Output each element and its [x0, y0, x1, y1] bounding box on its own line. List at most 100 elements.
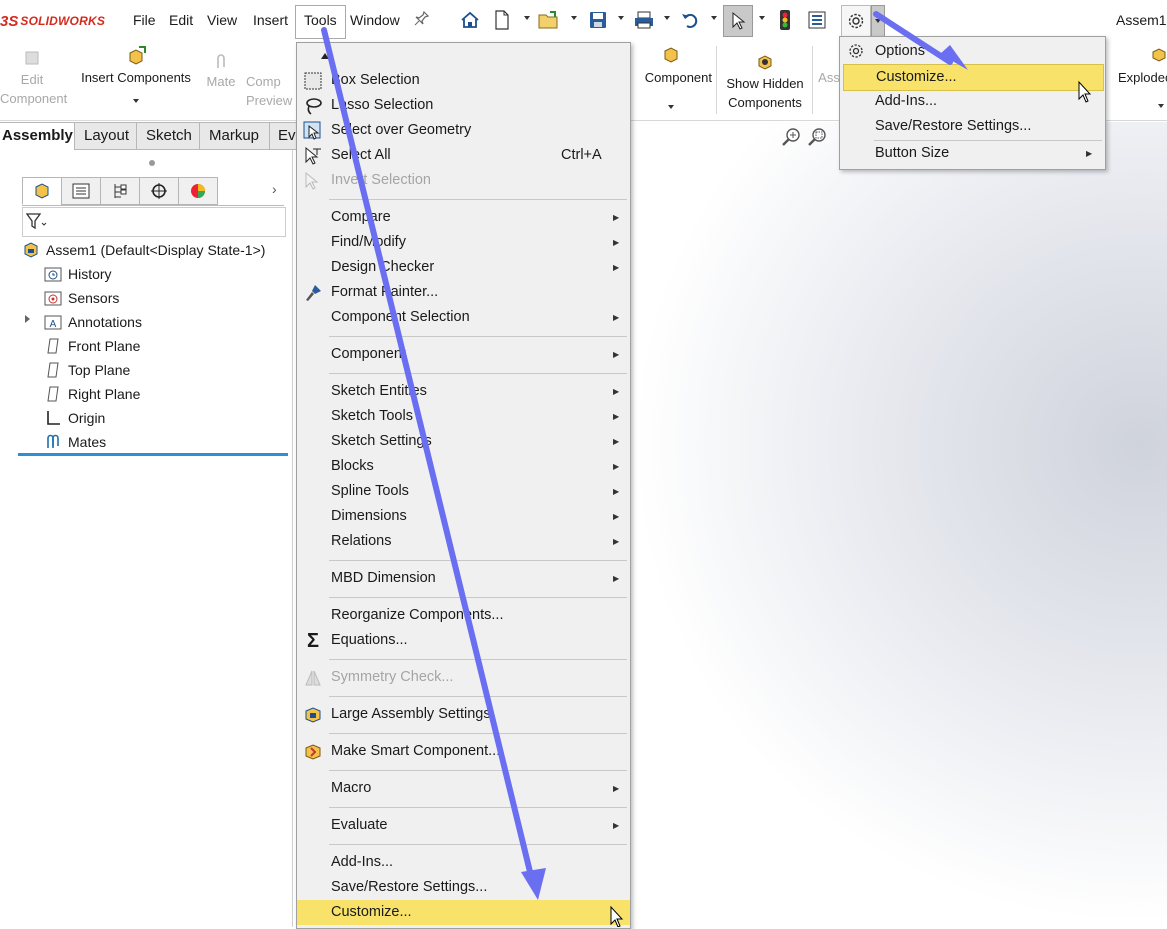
configuration-manager-tab-icon[interactable] [100, 177, 140, 205]
menu-tools[interactable]: Tools [295, 5, 346, 39]
mate-button[interactable]: Mate [200, 54, 242, 91]
large-assembly-icon [303, 705, 323, 725]
menu-item-sketch-tools[interactable]: Sketch Tools ▶ [297, 404, 630, 429]
tab-layout[interactable]: Layout [74, 122, 138, 150]
undo-icon[interactable] [678, 8, 702, 32]
tree-item-mates[interactable]: Mates [44, 431, 106, 453]
menu-item-sketch-settings[interactable]: Sketch Settings ▶ [297, 429, 630, 454]
new-dropdown-icon[interactable] [524, 16, 530, 20]
menu-item-box-selection[interactable]: Box Selection [297, 68, 630, 93]
options-menu-item-customize[interactable]: Customize... [843, 64, 1104, 91]
insert-components-button[interactable]: Insert Components [74, 46, 198, 103]
expand-arrow-icon[interactable] [25, 315, 30, 323]
menu-item-format-painter[interactable]: Format Painter... [297, 280, 630, 305]
tree-item-front-plane[interactable]: Front Plane [44, 335, 140, 357]
menu-edit[interactable]: Edit [167, 10, 195, 30]
options-menu-item-save-restore-settings[interactable]: Save/Restore Settings... [840, 114, 1105, 139]
filter-funnel-icon[interactable] [25, 213, 48, 234]
pane-grip-icon[interactable] [149, 160, 155, 166]
menu-item-component[interactable]: Component ▶ [297, 342, 630, 367]
open-dropdown-icon[interactable] [571, 16, 577, 20]
menu-item-dimensions[interactable]: Dimensions ▶ [297, 504, 630, 529]
tree-item-top-plane[interactable]: Top Plane [44, 359, 130, 381]
new-document-icon[interactable] [490, 8, 514, 32]
rebuild-traffic-light-icon[interactable] [773, 8, 797, 32]
property-manager-tab-icon[interactable] [61, 177, 101, 205]
component-button[interactable]: Component [630, 46, 712, 109]
tree-item-annotations[interactable]: A Annotations [44, 311, 142, 333]
insert-components-dropdown-icon[interactable] [133, 99, 139, 103]
menu-item-reorganize-components[interactable]: Reorganize Components... [297, 603, 630, 628]
menu-item-lasso-selection[interactable]: Lasso Selection [297, 93, 630, 118]
dimxpert-tab-icon[interactable] [139, 177, 179, 205]
undo-dropdown-icon[interactable] [711, 16, 717, 20]
rollback-bar[interactable] [18, 453, 288, 456]
menu-scroll-up-icon[interactable] [321, 53, 329, 59]
menu-item-label: Component [331, 346, 406, 362]
menu-item-blocks[interactable]: Blocks ▶ [297, 454, 630, 479]
options-gear-icon[interactable] [841, 5, 871, 37]
zoom-to-area-icon[interactable] [806, 126, 828, 151]
chevron-right-icon[interactable]: › [272, 181, 277, 197]
menu-item-add-ins[interactable]: Add-Ins... [297, 850, 630, 875]
zoom-to-fit-icon[interactable] [780, 126, 802, 151]
menu-item-component-selection[interactable]: Component Selection ▶ [297, 305, 630, 330]
menu-view[interactable]: View [205, 10, 239, 30]
component-dropdown-icon[interactable] [668, 105, 674, 109]
menu-item-evaluate[interactable]: Evaluate ▶ [297, 813, 630, 838]
tree-item-right-plane[interactable]: Right Plane [44, 383, 140, 405]
open-folder-icon[interactable] [537, 8, 561, 32]
select-dropdown-icon[interactable] [759, 16, 765, 20]
menu-item-find-modify[interactable]: Find/Modify ▶ [297, 230, 630, 255]
menu-item-equations[interactable]: Σ Equations... [297, 628, 630, 653]
options-menu-item-options[interactable]: Options [840, 39, 1105, 64]
assembly-feature-button[interactable]: Ass [818, 68, 840, 87]
tree-root-assembly[interactable]: Assem1 (Default<Display State-1>) [22, 239, 265, 261]
pin-icon[interactable] [414, 10, 430, 31]
menu-item-invert-selection[interactable]: Invert Selection [297, 168, 630, 193]
menu-window[interactable]: Window [348, 10, 402, 30]
tab-evaluate[interactable]: Ev [269, 122, 299, 150]
graphics-area[interactable] [630, 122, 1167, 927]
menu-item-compare[interactable]: Compare ▶ [297, 205, 630, 230]
file-properties-icon[interactable] [805, 8, 829, 32]
menu-item-design-checker[interactable]: Design Checker ▶ [297, 255, 630, 280]
select-pointer-icon[interactable] [723, 5, 753, 37]
tree-item-history[interactable]: History [44, 263, 112, 285]
menu-item-sketch-entities[interactable]: Sketch Entities ▶ [297, 379, 630, 404]
options-menu-item-add-ins[interactable]: Add-Ins... [840, 89, 1105, 114]
tab-sketch[interactable]: Sketch [136, 122, 202, 150]
filter-bar[interactable] [22, 207, 286, 237]
menu-item-mbd-dimension[interactable]: MBD Dimension ▶ [297, 566, 630, 591]
display-manager-tab-icon[interactable] [178, 177, 218, 205]
tab-markup[interactable]: Markup [199, 122, 271, 150]
menu-item-select-over-geometry[interactable]: Select over Geometry [297, 118, 630, 143]
menu-item-macro[interactable]: Macro ▶ [297, 776, 630, 801]
save-dropdown-icon[interactable] [618, 16, 624, 20]
menu-insert[interactable]: Insert [251, 10, 290, 30]
home-icon[interactable] [458, 8, 482, 32]
print-dropdown-icon[interactable] [664, 16, 670, 20]
tree-item-sensors[interactable]: Sensors [44, 287, 119, 309]
options-menu-item-button-size[interactable]: Button Size ▶ [840, 141, 1105, 166]
save-icon[interactable] [586, 8, 610, 32]
show-hidden-components-button[interactable]: Show Hidden Components [720, 52, 810, 112]
exploded-dropdown-icon[interactable] [1158, 104, 1164, 108]
exploded-view-button[interactable]: Explodec [1110, 46, 1167, 108]
menu-item-select-all[interactable]: Select All Ctrl+A [297, 143, 630, 168]
tree-item-origin[interactable]: Origin [44, 407, 105, 429]
menu-item-customize[interactable]: Customize... [297, 900, 630, 925]
menu-item-relations[interactable]: Relations ▶ [297, 529, 630, 554]
menu-item-symmetry-check[interactable]: Symmetry Check... [297, 665, 630, 690]
menu-item-large-assembly-settings[interactable]: Large Assembly Settings [297, 702, 630, 727]
options-dropdown-button[interactable] [871, 5, 885, 37]
feature-tree-tab-icon[interactable] [22, 177, 62, 205]
edit-component-button[interactable]: Edit Component [0, 48, 67, 108]
component-preview-button[interactable]: Comp Preview [246, 72, 294, 110]
menu-item-spline-tools[interactable]: Spline Tools ▶ [297, 479, 630, 504]
menu-item-make-smart-component[interactable]: Make Smart Component... [297, 739, 630, 764]
menu-item-save-restore-settings[interactable]: Save/Restore Settings... [297, 875, 630, 900]
menu-file[interactable]: File [131, 10, 158, 30]
print-icon[interactable] [632, 8, 656, 32]
tab-assembly[interactable]: Assembly [0, 122, 78, 150]
